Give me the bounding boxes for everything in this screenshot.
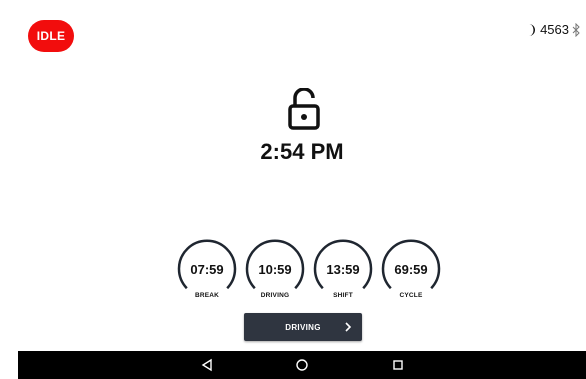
cycle-clock[interactable]: 69:59 CYCLE: [381, 238, 441, 300]
break-clock-value: 07:59: [190, 262, 224, 277]
driving-status-button-label: DRIVING: [285, 322, 321, 332]
back-triangle-icon[interactable]: [200, 358, 214, 372]
chevron-right-icon: [345, 322, 352, 332]
status-area: 4563: [525, 22, 580, 37]
duty-status-badge[interactable]: IDLE: [28, 20, 74, 52]
driving-clock-label: DRIVING: [260, 292, 290, 299]
cycle-clock-value: 69:59: [394, 262, 428, 277]
bluetooth-icon: [572, 22, 580, 37]
unit-number: 4563: [540, 22, 569, 37]
unlocked-padlock-icon[interactable]: [284, 88, 324, 130]
android-navigation-bar: [18, 351, 586, 379]
shift-clock[interactable]: 13:59 SHIFT: [313, 238, 373, 300]
shift-clock-value: 13:59: [326, 262, 360, 277]
cycle-clock-label: CYCLE: [399, 292, 423, 299]
shift-clock-label: SHIFT: [333, 292, 353, 299]
home-circle-icon[interactable]: [295, 358, 309, 372]
hos-clocks: 07:59 BREAK 10:59 DRIVING 13:59 SHIFT 69…: [177, 238, 441, 300]
break-clock[interactable]: 07:59 BREAK: [177, 238, 237, 300]
driving-clock[interactable]: 10:59 DRIVING: [245, 238, 305, 300]
eld-screen: IDLE 4563 2:54 PM 07:59 BREAK 10:59 DRIV…: [18, 10, 586, 351]
recents-square-icon[interactable]: [391, 358, 405, 372]
driving-clock-value: 10:59: [258, 262, 292, 277]
moon-icon: [529, 23, 536, 36]
current-time: 2:54 PM: [260, 139, 344, 164]
driving-status-button[interactable]: DRIVING: [244, 313, 362, 341]
break-clock-label: BREAK: [194, 292, 220, 299]
